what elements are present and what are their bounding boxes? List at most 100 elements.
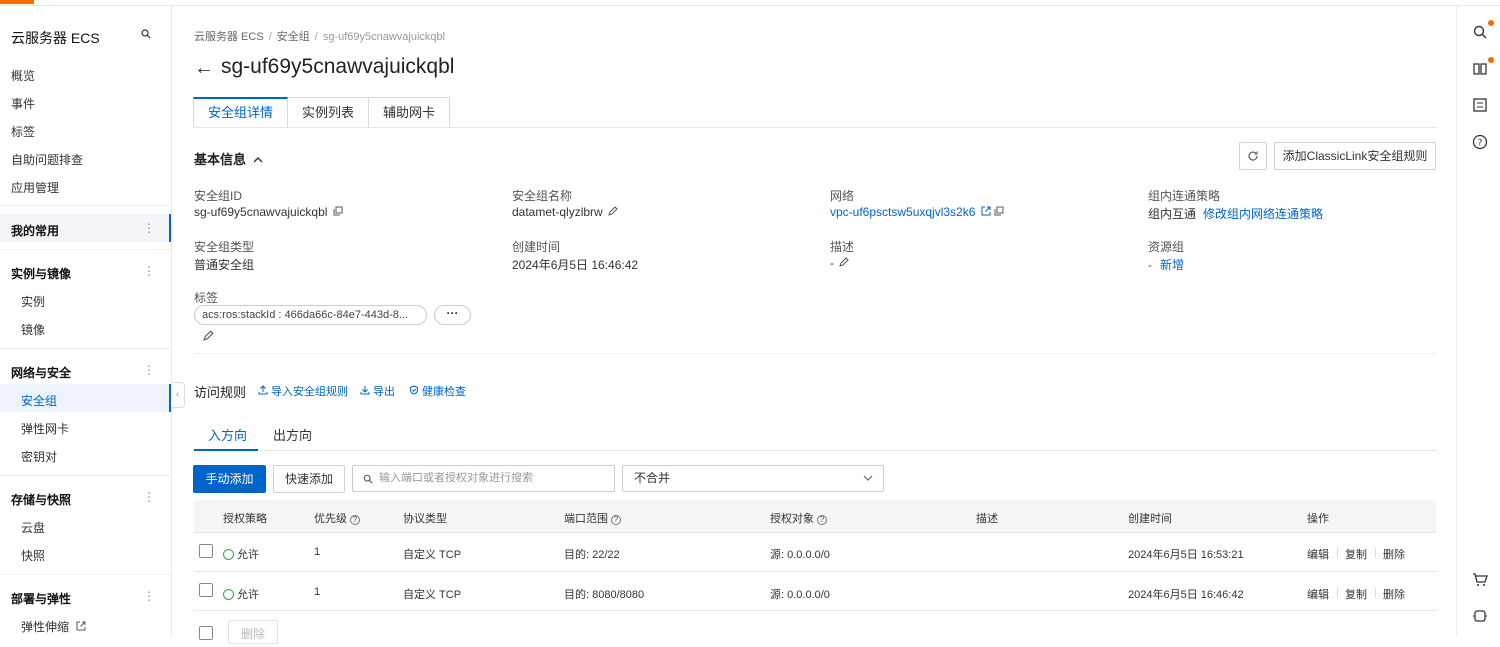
tag-pill[interactable]: acs:ros:stackId : 466da66c-84e7-443d-8..… (194, 305, 427, 325)
rg-label: 资源组 (1148, 240, 1185, 254)
sg-id-value: sg-uf69y5cnawvajuickqbl (194, 205, 343, 219)
select-all-checkbox[interactable] (199, 626, 213, 640)
import-rules-link[interactable]: 导入安全组规则 (258, 383, 348, 399)
export-link[interactable]: 导出 (360, 383, 395, 399)
delete-action[interactable]: 删除 (1383, 586, 1405, 602)
service-icon[interactable] (1472, 608, 1488, 624)
checklist-icon[interactable] (1472, 97, 1488, 113)
basic-info-title[interactable]: 基本信息 (194, 149, 263, 168)
modify-intra-policy-link[interactable]: 修改组内网络连通策略 (1203, 207, 1323, 221)
collapse-sidebar-button[interactable]: ‹ (171, 382, 185, 408)
divider (0, 475, 171, 476)
breadcrumb: 云服务器 ECS / 安全组 / sg-uf69y5cnawvajuickqbl (194, 31, 446, 43)
copy-action[interactable]: 复制 (1345, 586, 1367, 602)
sidebar-item-favorites[interactable]: 我的常用 (11, 222, 59, 239)
svg-text:?: ? (1478, 139, 1483, 149)
tab-inbound[interactable]: 入方向 (208, 425, 247, 444)
network-value: vpc-uf6psctsw5uxqjvl3s2k6 (830, 205, 1004, 219)
help-icon[interactable]: ? (350, 515, 360, 525)
sg-type-label: 安全组类型 (194, 240, 255, 254)
merge-select[interactable]: 不合并 (622, 465, 884, 492)
sidebar-group-network[interactable]: 网络与安全 (11, 364, 71, 381)
sidebar-item-app-manage[interactable]: 应用管理 (11, 179, 59, 196)
policy-text: 允许 (237, 549, 259, 561)
delete-action[interactable]: 删除 (1383, 546, 1405, 562)
cart-icon[interactable] (1472, 572, 1488, 588)
edit-action[interactable]: 编辑 (1307, 546, 1329, 562)
tab-sg-details[interactable]: 安全组详情 (193, 97, 289, 128)
more-vertical-icon[interactable]: ⋮ (143, 222, 155, 234)
tab-instances[interactable]: 实例列表 (288, 97, 370, 128)
rules-title: 访问规则 (194, 385, 247, 400)
col-priority: 优先级? (314, 510, 360, 526)
copy-action[interactable]: 复制 (1345, 546, 1367, 562)
add-classiclink-rule-button[interactable]: 添加ClassicLink安全组规则 (1274, 142, 1436, 170)
edit-icon[interactable] (839, 257, 850, 267)
sidebar-item-disk[interactable]: 云盘 (21, 519, 45, 536)
edit-action[interactable]: 编辑 (1307, 586, 1329, 602)
row-checkbox[interactable] (199, 544, 213, 558)
sidebar-group-deploy[interactable]: 部署与弹性 (11, 590, 71, 607)
more-tags-button[interactable]: ··· (434, 305, 471, 325)
top-bar (0, 0, 1500, 6)
sidebar-item-snapshot[interactable]: 快照 (21, 547, 45, 564)
breadcrumb-ecs[interactable]: 云服务器 ECS (194, 31, 264, 43)
sidebar-item-events[interactable]: 事件 (11, 95, 35, 112)
sidebar-group-instances[interactable]: 实例与镜像 (11, 265, 71, 282)
rule-search-input[interactable]: 输入端口或者授权对象进行搜索 (352, 465, 615, 492)
edit-icon[interactable] (608, 206, 618, 216)
more-vertical-icon[interactable]: ⋮ (143, 590, 155, 602)
edit-icon[interactable] (203, 330, 214, 341)
vpc-link[interactable]: vpc-uf6psctsw5uxqjvl3s2k6 (830, 205, 975, 219)
help-icon[interactable]: ? (611, 515, 621, 525)
divider (194, 353, 1436, 354)
add-rg-link[interactable]: 新增 (1160, 258, 1184, 272)
sidebar-item-instance[interactable]: 实例 (21, 293, 45, 310)
help-icon[interactable]: ? (817, 515, 827, 525)
help-icon[interactable]: ? (1472, 134, 1488, 150)
port-cell: 目的: 8080/8080 (564, 589, 645, 601)
sidebar-item-keypair[interactable]: 密钥对 (21, 448, 57, 465)
back-arrow-icon[interactable]: ← (194, 57, 214, 80)
sidebar-item-tags[interactable]: 标签 (11, 123, 35, 140)
col-policy: 授权策略 (223, 513, 267, 525)
copy-icon[interactable] (994, 206, 1004, 216)
tab-secondary-eni[interactable]: 辅助网卡 (369, 97, 451, 128)
col-port-label: 端口范围 (564, 513, 608, 525)
object-cell: 源: 0.0.0.0/0 (770, 589, 830, 601)
quick-add-button[interactable]: 快速添加 (273, 465, 345, 493)
created-cell: 2024年6月5日 16:46:42 (1128, 589, 1244, 601)
sidebar-group-storage[interactable]: 存储与快照 (11, 491, 71, 508)
protocol-cell: 自定义 TCP (403, 549, 462, 561)
refresh-button[interactable] (1239, 142, 1267, 170)
sidebar-item-overview[interactable]: 概览 (11, 67, 35, 84)
book-icon[interactable] (1472, 61, 1488, 77)
sidebar-item-autoscaling[interactable]: 弹性伸缩 (21, 618, 86, 635)
col-port: 端口范围? (564, 510, 621, 526)
notification-dot (1488, 20, 1494, 26)
sidebar-title: 云服务器 ECS (11, 30, 100, 46)
sidebar-item-troubleshoot[interactable]: 自助问题排查 (11, 151, 83, 168)
external-link-icon[interactable] (981, 206, 991, 216)
bulk-delete-button[interactable]: 删除 (228, 620, 278, 644)
import-rules-label: 导入安全组规则 (271, 386, 348, 398)
desc-text: - (830, 256, 834, 270)
search-icon[interactable] (1472, 24, 1488, 40)
more-vertical-icon[interactable]: ⋮ (143, 364, 155, 376)
tab-outbound[interactable]: 出方向 (273, 425, 312, 444)
manual-add-button[interactable]: 手动添加 (193, 465, 266, 493)
download-icon (360, 386, 370, 395)
sidebar-item-image[interactable]: 镜像 (21, 321, 45, 338)
more-vertical-icon[interactable]: ⋮ (143, 265, 155, 277)
sidebar-item-eni[interactable]: 弹性网卡 (21, 420, 69, 437)
health-check-link[interactable]: 健康检查 (409, 383, 466, 399)
row-checkbox[interactable] (199, 583, 213, 597)
breadcrumb-security-group[interactable]: 安全组 (277, 31, 310, 43)
copy-icon[interactable] (333, 206, 343, 216)
search-icon[interactable] (140, 28, 152, 40)
sidebar-item-security-group[interactable]: 安全组 (21, 392, 57, 409)
col-object-label: 授权对象 (770, 513, 814, 525)
basic-info-label: 基本信息 (194, 152, 247, 167)
more-vertical-icon[interactable]: ⋮ (143, 491, 155, 503)
created-cell: 2024年6月5日 16:53:21 (1128, 549, 1244, 561)
